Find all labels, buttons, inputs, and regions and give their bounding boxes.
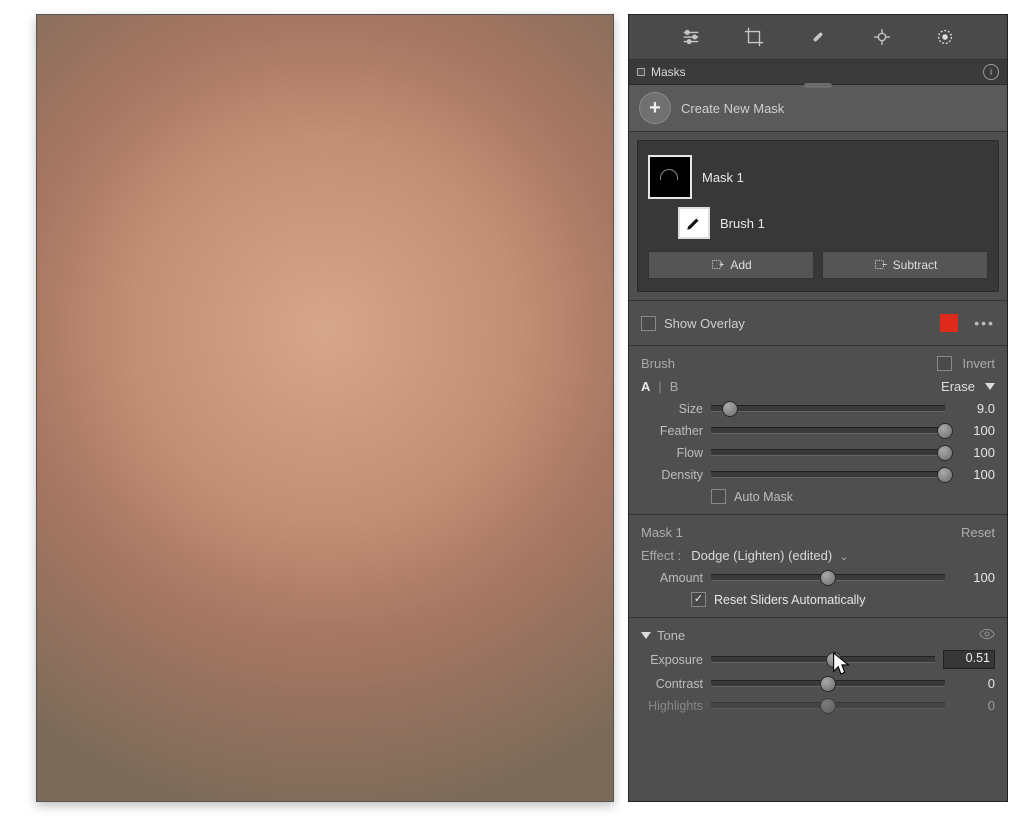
crop-icon[interactable] [741, 24, 767, 50]
tool-strip [629, 15, 1007, 60]
highlights-slider[interactable] [711, 702, 945, 709]
density-value[interactable]: 100 [953, 467, 995, 482]
masks-header: Masks i [629, 60, 1007, 85]
invert-label: Invert [962, 356, 995, 371]
amount-value[interactable]: 100 [953, 570, 995, 585]
exposure-label: Exposure [641, 653, 703, 667]
size-slider-thumb[interactable] [722, 401, 738, 417]
feather-slider-row: Feather 100 [641, 423, 995, 438]
effect-value: Dodge (Lighten) (edited) [691, 548, 832, 563]
overlay-more-icon[interactable]: ••• [974, 315, 995, 331]
feather-label: Feather [641, 424, 703, 438]
size-value[interactable]: 9.0 [953, 401, 995, 416]
flow-label: Flow [641, 446, 703, 460]
mask-effect-title: Mask 1 [641, 525, 683, 540]
contrast-value[interactable]: 0 [953, 676, 995, 691]
contrast-label: Contrast [641, 677, 703, 691]
mask-effect-section: Mask 1 Reset Effect : Dodge (Lighten) (e… [629, 514, 1007, 617]
mask-reset-button[interactable]: Reset [961, 525, 995, 540]
create-mask-plus-button[interactable]: + [639, 92, 671, 124]
brush-section: Brush Invert A | B Erase Size 9.0 Feathe… [629, 345, 1007, 514]
mask-name: Mask 1 [702, 170, 744, 185]
brush-item[interactable]: Brush 1 [648, 203, 988, 243]
brush-disclosure-triangle[interactable] [985, 383, 995, 390]
flow-slider-thumb[interactable] [937, 445, 953, 461]
feather-slider-thumb[interactable] [937, 423, 953, 439]
tone-section: Tone Exposure 0.51 Contrast 0 Highlights… [629, 617, 1007, 730]
subtract-button[interactable]: Subtract [822, 251, 988, 279]
create-mask-row[interactable]: + Create New Mask [629, 85, 1007, 132]
density-slider[interactable] [711, 471, 945, 478]
amount-slider-thumb[interactable] [820, 570, 836, 586]
brush-section-title: Brush [641, 356, 675, 371]
density-label: Density [641, 468, 703, 482]
mask-card: Mask 1 Brush 1 Add Subtract [637, 140, 999, 292]
popup-caret-icon: ⌄ [840, 552, 848, 563]
reset-sliders-label: Reset Sliders Automatically [714, 593, 865, 607]
subtract-icon [873, 258, 887, 272]
redeye-icon[interactable] [869, 24, 895, 50]
show-overlay-label: Show Overlay [664, 316, 745, 331]
tone-disclosure-triangle[interactable] [641, 632, 651, 639]
edit-sliders-icon[interactable] [678, 24, 704, 50]
contrast-slider[interactable] [711, 680, 945, 687]
healing-icon[interactable] [805, 24, 831, 50]
brush-thumbnail-icon[interactable] [678, 207, 710, 239]
amount-slider[interactable] [711, 574, 945, 581]
overlay-section: Show Overlay ••• [629, 300, 1007, 345]
effect-label: Effect : [641, 548, 681, 563]
add-button[interactable]: Add [648, 251, 814, 279]
contrast-slider-row: Contrast 0 [641, 676, 995, 691]
highlights-value[interactable]: 0 [953, 698, 995, 713]
subtract-label: Subtract [893, 258, 938, 272]
masking-icon[interactable] [932, 24, 958, 50]
erase-tab[interactable]: Erase [941, 379, 975, 394]
exposure-slider[interactable] [711, 656, 935, 663]
amount-slider-row: Amount 100 [641, 570, 995, 585]
mask-thumbnail[interactable] [648, 155, 692, 199]
highlights-slider-row: Highlights 0 [641, 698, 995, 713]
overlay-color-swatch[interactable] [940, 314, 958, 332]
density-slider-thumb[interactable] [937, 467, 953, 483]
exposure-slider-row: Exposure 0.51 [641, 650, 995, 669]
feather-value[interactable]: 100 [953, 423, 995, 438]
create-mask-label: Create New Mask [681, 101, 784, 116]
contrast-slider-thumb[interactable] [820, 676, 836, 692]
ab-separator: | [658, 379, 661, 394]
invert-checkbox[interactable] [937, 356, 952, 371]
mask-item[interactable]: Mask 1 [648, 151, 988, 203]
masks-title: Masks [651, 65, 686, 79]
flow-slider[interactable] [711, 449, 945, 456]
auto-mask-checkbox[interactable] [711, 489, 726, 504]
size-label: Size [641, 402, 703, 416]
feather-slider[interactable] [711, 427, 945, 434]
tone-title: Tone [657, 628, 685, 643]
develop-panel: Masks i + Create New Mask Mask 1 Brush 1 [628, 14, 1008, 802]
size-slider[interactable] [711, 405, 945, 412]
reset-sliders-checkbox[interactable] [691, 592, 706, 607]
effect-popup[interactable]: Dodge (Lighten) (edited) ⌄ [691, 548, 848, 563]
tone-visibility-icon[interactable] [979, 628, 995, 643]
auto-mask-label: Auto Mask [734, 490, 793, 504]
add-icon [710, 258, 724, 272]
amount-label: Amount [641, 571, 703, 585]
info-icon[interactable]: i [983, 64, 999, 80]
highlights-slider-thumb[interactable] [820, 698, 836, 714]
disclosure-icon[interactable] [637, 68, 645, 76]
brush-b-tab[interactable]: B [670, 379, 679, 394]
panel-grabber[interactable] [804, 83, 832, 88]
flow-value[interactable]: 100 [953, 445, 995, 460]
size-slider-row: Size 9.0 [641, 401, 995, 416]
density-slider-row: Density 100 [641, 467, 995, 482]
flow-slider-row: Flow 100 [641, 445, 995, 460]
highlights-label: Highlights [641, 699, 703, 713]
show-overlay-checkbox[interactable] [641, 316, 656, 331]
exposure-value[interactable]: 0.51 [943, 650, 995, 669]
brush-name: Brush 1 [720, 216, 765, 231]
exposure-slider-thumb[interactable] [826, 652, 842, 668]
brush-a-tab[interactable]: A [641, 379, 650, 394]
add-label: Add [730, 258, 751, 272]
image-preview[interactable] [36, 14, 614, 802]
